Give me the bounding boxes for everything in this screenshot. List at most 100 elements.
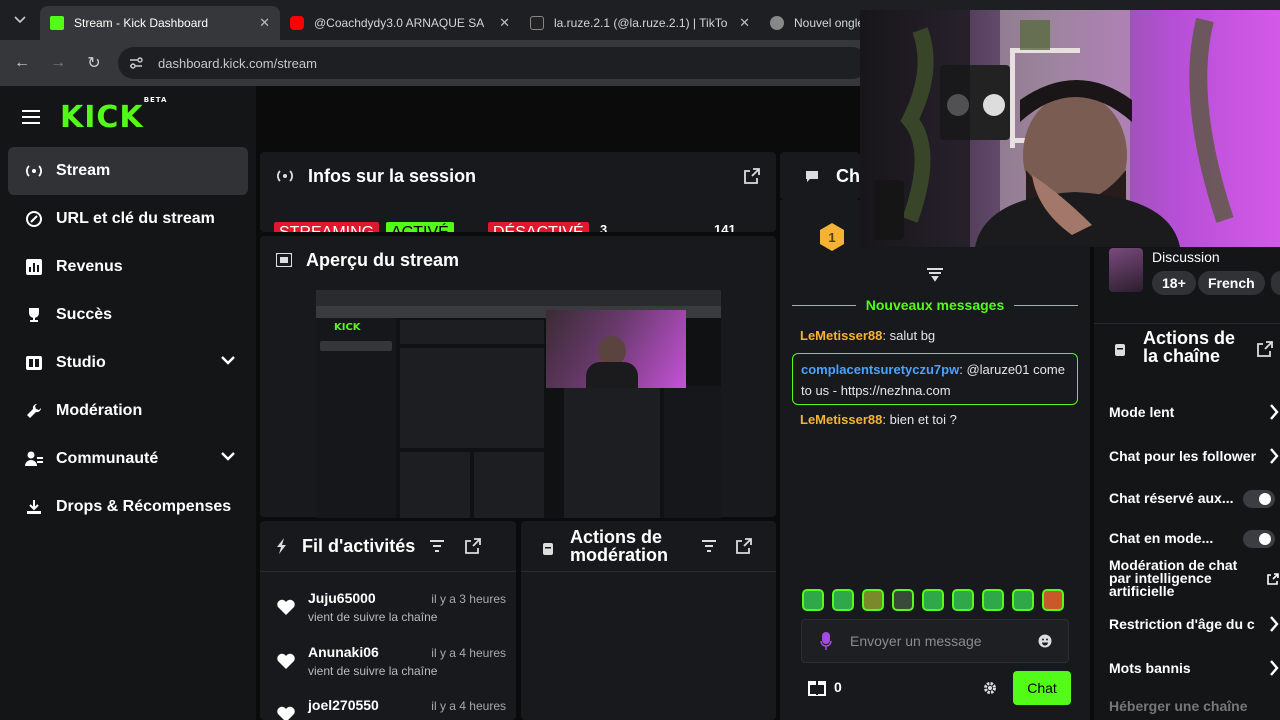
follower-name[interactable]: Anunaki06 [308,644,379,660]
menu-icon[interactable] [22,106,40,128]
browser-tab[interactable]: Stream - Kick Dashboard ✕ [40,6,280,40]
stream-preview-video[interactable]: KICK [316,290,721,518]
gear-icon[interactable] [983,681,997,695]
webcam-overlay [860,10,1280,247]
gift-icon[interactable] [808,678,826,696]
follower-name[interactable]: joel270550 [308,697,379,713]
filter-icon[interactable] [429,540,445,552]
back-arrow-icon[interactable]: ← [4,54,40,72]
preview-sidebar: KICK [316,318,396,518]
preview-mod-panel [474,452,544,518]
emote-icon[interactable] [1042,589,1064,611]
chat-bubble-icon [805,170,819,182]
sidebar-item-communaute[interactable]: Communauté [8,435,248,483]
action-label: Héberger une chaîne [1109,698,1248,714]
trophy-icon [24,305,44,325]
chevron-down-icon [221,356,235,365]
follower-name[interactable]: Juju65000 [308,590,376,606]
emoji-icon[interactable] [1038,634,1052,648]
activity-feed-panel: Fil d'activités Juju65000 il y a 3 heure… [260,521,516,720]
emote-icon[interactable] [862,589,884,611]
logo-row: KICKBETA [0,86,256,148]
panel-header: Fil d'activités [260,521,516,571]
channel-action-host[interactable]: Héberger une chaîne [1109,698,1279,714]
chrome-favicon-icon [770,16,784,30]
panel-title-line: la chaîne [1143,346,1221,366]
microphone-icon[interactable] [820,632,832,650]
preview-right-panel [664,386,721,518]
emote-icon[interactable] [982,589,1004,611]
wrench-icon [24,401,44,421]
sidebar-item-revenus[interactable]: Revenus [8,243,248,291]
chat-text: bien et toi ? [889,412,957,427]
preview-tabbar [316,290,721,306]
emote-bar [802,589,1064,611]
forward-arrow-icon[interactable]: → [40,54,76,72]
heart-icon [277,653,295,669]
channel-action-age-restriction[interactable]: Restriction d'âge du c [1109,616,1279,632]
chat-username[interactable]: LeMetisser88 [800,328,882,343]
emote-icon[interactable] [1012,589,1034,611]
sidebar-item-url[interactable]: URL et clé du stream [8,195,248,243]
channel-action-banned-words[interactable]: Mots bannis [1109,660,1279,676]
popout-icon[interactable] [1257,341,1273,357]
channel-action-subscribers-chat: Chat réservé aux... [1109,490,1279,508]
external-link-icon[interactable] [1267,573,1279,585]
filter-icon[interactable] [701,540,717,552]
channel-action-ai-moderation[interactable]: Modération de chat par intelligence arti… [1109,558,1249,598]
sidebar-item-stream[interactable]: Stream [8,147,248,195]
chat-username[interactable]: LeMetisser88 [800,412,882,427]
sidebar-item-succes[interactable]: Succès [8,291,248,339]
chat-message-highlighted: complacentsuretyczu7pw: @laruze01 come t… [792,353,1078,405]
emote-icon[interactable] [892,589,914,611]
sidebar-item-studio[interactable]: Studio [8,339,248,387]
close-icon[interactable]: ✕ [259,15,270,31]
sidebar-item-label: Modération [56,402,143,419]
emote-icon[interactable] [802,589,824,611]
reload-icon[interactable]: ↻ [76,53,112,73]
send-chat-button[interactable]: Chat [1013,671,1071,705]
close-icon[interactable]: ✕ [739,15,750,31]
channel-actions-icon [1115,344,1125,356]
category-name[interactable]: Discussion [1152,249,1220,265]
chat-username[interactable]: complacentsuretyczu7pw [801,362,959,377]
disabled-badge: DÉSACTIVÉ [488,222,589,232]
emote-icon[interactable] [952,589,974,611]
url-field[interactable]: dashboard.kick.com/stream [118,47,868,79]
new-messages-label: Nouveaux messages [865,297,1005,313]
stat-value: 3 [600,222,608,232]
close-icon[interactable]: ✕ [499,15,510,31]
emote-mode-toggle[interactable] [1243,530,1275,548]
preview-activity-panel [400,452,470,518]
popout-icon[interactable] [465,538,482,554]
action-label: Chat pour les follower [1109,448,1257,464]
tab-search-button[interactable] [0,0,40,40]
popout-icon[interactable] [736,538,752,554]
collapse-icon[interactable] [926,268,944,282]
category-thumbnail[interactable] [1109,248,1143,292]
subscribers-chat-toggle[interactable] [1243,490,1275,508]
browser-tab[interactable]: @Coachdydy3.0 ARNAQUE SA ✕ [280,6,520,40]
channel-action-slow-mode[interactable]: Mode lent [1109,404,1279,420]
tag-pill-overflow[interactable] [1271,271,1280,295]
chevron-right-icon [1270,448,1279,464]
panel-title-line: Actions de [1143,328,1236,348]
action-label: Chat en mode... [1109,530,1214,546]
site-settings-icon[interactable] [128,56,144,70]
channel-action-emote-mode: Chat en mode... [1109,530,1279,548]
browser-tab[interactable]: la.ruze.2.1 (@la.ruze.2.1) | TikTo ✕ [520,6,760,40]
chat-input-placeholder: Envoyer un message [850,633,982,649]
sidebar-item-moderation[interactable]: Modération [8,387,248,435]
preview-nav-active [320,341,392,351]
sidebar-item-drops[interactable]: Drops & Récompenses [8,483,248,531]
tag-pill[interactable]: 18+ [1152,271,1196,295]
tiktok-favicon-icon [530,16,544,30]
emote-icon[interactable] [832,589,854,611]
activity-item: joel270550 il y a 4 heures [276,697,506,720]
kick-logo[interactable]: KICKBETA [60,96,167,135]
channel-action-followers-chat[interactable]: Chat pour les follower [1109,448,1279,464]
chat-message-input[interactable]: Envoyer un message [801,619,1069,663]
tag-pill[interactable]: French [1198,271,1265,295]
popout-icon[interactable] [744,168,760,184]
emote-icon[interactable] [922,589,944,611]
